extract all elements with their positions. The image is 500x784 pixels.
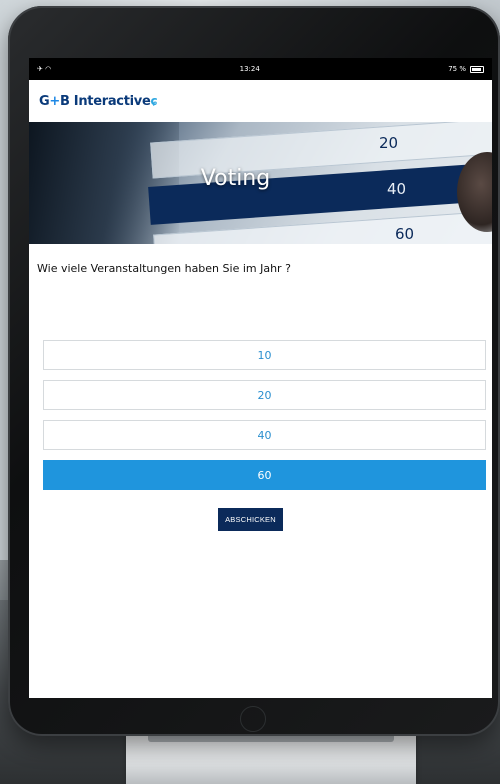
tablet-device: ✈ ◠ 13:24 75 % G+B Interactiveɕ 20 40 60…	[8, 6, 500, 736]
app-header: G+B Interactiveɕ	[29, 80, 492, 122]
hero-value-20: 20	[379, 134, 399, 152]
question-text: Wie viele Veranstaltungen haben Sie im J…	[37, 262, 291, 275]
tablet-screen: ✈ ◠ 13:24 75 % G+B Interactiveɕ 20 40 60…	[29, 58, 492, 698]
logo-plus: +	[49, 93, 60, 109]
home-button[interactable]	[240, 706, 266, 732]
answer-option-20[interactable]: 20	[43, 380, 486, 410]
answer-option-10[interactable]: 10	[43, 340, 486, 370]
status-time: 13:24	[239, 65, 260, 73]
battery-icon	[470, 65, 484, 73]
status-left: ✈ ◠	[37, 65, 51, 73]
hero-banner: 20 40 60 Voting	[29, 122, 492, 244]
logo-text: B Interactive	[59, 93, 151, 109]
battery-percent: 75 %	[448, 65, 466, 73]
submit-button[interactable]: ABSCHICKEN	[218, 508, 283, 531]
status-right: 75 %	[448, 65, 484, 73]
gb-interactive-logo[interactable]: G+B Interactiveɕ	[39, 93, 158, 109]
submit-wrap: ABSCHICKEN	[29, 500, 492, 531]
answer-options: 10 20 40 60	[29, 340, 492, 490]
answer-option-40[interactable]: 40	[43, 420, 486, 450]
logo-mark: ɕ	[150, 93, 158, 108]
answer-option-60[interactable]: 60	[43, 460, 486, 490]
airplane-wifi-icon: ✈ ◠	[37, 65, 52, 73]
logo-prefix: G	[39, 93, 50, 109]
status-bar: ✈ ◠ 13:24 75 %	[29, 58, 492, 80]
hero-value-60: 60	[395, 225, 415, 243]
hero-title: Voting	[200, 166, 271, 191]
